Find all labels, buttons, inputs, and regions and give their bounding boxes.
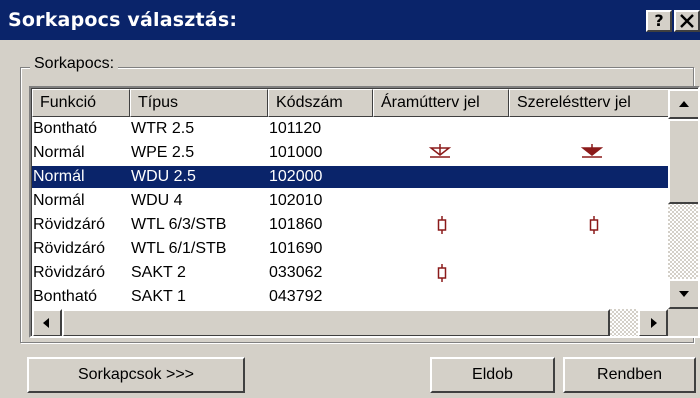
table-row[interactable]: Rövidzáró SAKT 2 033062 — [32, 262, 672, 284]
terminal-symbol-icon — [435, 214, 459, 236]
arrow-up-icon — [679, 101, 689, 107]
vertical-scrollbar[interactable] — [668, 89, 698, 309]
column-header-tipus[interactable]: Típus — [130, 89, 268, 117]
cell-funkcio: Rövidzáró — [33, 216, 106, 233]
terminal-symbol-icon — [587, 214, 611, 236]
terminal-symbol-icon — [435, 262, 459, 284]
ground-filled-symbol-icon — [577, 142, 604, 164]
cell-kodszam: 101120 — [269, 120, 322, 137]
cell-funkcio: Normál — [33, 192, 85, 209]
column-header-szerelesterv-jel[interactable]: Szereléstterv jel — [509, 89, 672, 117]
column-header-aramutterv-jel[interactable]: Áramútterv jel — [373, 89, 509, 117]
scroll-left-button[interactable] — [32, 309, 62, 336]
cell-tipus: SAKT 2 — [131, 264, 186, 281]
cell-tipus: WDU 2.5 — [131, 168, 196, 185]
eldob-button[interactable]: Eldob — [430, 357, 555, 393]
close-icon — [680, 14, 694, 28]
scroll-right-button[interactable] — [638, 309, 668, 336]
dialog-window: Sorkapocs választás: ? Sorkapocs: Funkci… — [0, 0, 700, 398]
vertical-scroll-thumb[interactable] — [668, 119, 698, 204]
ground-outline-symbol-icon — [425, 142, 452, 164]
table-row[interactable]: Rövidzáró WTL 6/1/STB 101690 — [32, 238, 672, 260]
group-label: Sorkapocs: — [30, 55, 119, 73]
cell-funkcio: Bontható — [33, 288, 98, 305]
cell-tipus: WTL 6/3/STB — [131, 216, 227, 233]
sorkapcsok-button[interactable]: Sorkapcsok >>> — [27, 357, 245, 393]
cell-funkcio: Rövidzáró — [33, 240, 106, 257]
close-button[interactable] — [674, 10, 700, 32]
cell-kodszam: 102000 — [269, 168, 323, 185]
cell-kodszam: 101860 — [269, 216, 323, 233]
table-row[interactable]: Normál WPE 2.5 101000 — [32, 142, 672, 164]
list-header: Funkció Típus Kódszám Áramútterv jel Sze… — [32, 89, 672, 117]
help-button[interactable]: ? — [646, 10, 672, 32]
horizontal-scroll-thumb[interactable] — [62, 309, 610, 336]
table-row[interactable]: Bontható SAKT 1 043792 — [32, 286, 672, 308]
dialog-title: Sorkapocs választás: — [8, 9, 238, 31]
cell-kodszam: 033062 — [269, 264, 323, 281]
table-row-selected[interactable]: Normál WDU 2.5 102000 — [32, 166, 672, 188]
arrow-right-icon — [651, 318, 657, 328]
terminal-list[interactable]: Funkció Típus Kódszám Áramútterv jel Sze… — [29, 86, 700, 338]
column-header-funkcio[interactable]: Funkció — [32, 89, 130, 117]
arrow-left-icon — [43, 318, 49, 328]
cell-tipus: WDU 4 — [131, 192, 183, 209]
title-bar[interactable]: Sorkapocs választás: ? — [0, 0, 700, 40]
arrow-down-icon — [679, 291, 689, 297]
cell-kodszam: 043792 — [269, 288, 323, 305]
cell-tipus: WPE 2.5 — [131, 144, 195, 161]
cell-kodszam: 102010 — [269, 192, 323, 209]
cell-tipus: WTR 2.5 — [131, 120, 195, 137]
cell-kodszam: 101000 — [269, 144, 323, 161]
rendben-button[interactable]: Rendben — [563, 357, 696, 393]
column-header-kodszam[interactable]: Kódszám — [268, 89, 373, 117]
scroll-up-button[interactable] — [668, 89, 698, 119]
table-row[interactable]: Normál WDU 4 102010 — [32, 190, 672, 212]
cell-funkcio: Normál — [33, 168, 85, 185]
cell-tipus: WTL 6/1/STB — [131, 240, 227, 257]
cell-kodszam: 101690 — [269, 240, 323, 257]
cell-funkcio: Bontható — [33, 120, 98, 137]
cell-tipus: SAKT 1 — [131, 288, 186, 305]
scrollbar-corner — [668, 309, 698, 336]
cell-funkcio: Rövidzáró — [33, 264, 106, 281]
horizontal-scrollbar[interactable] — [32, 309, 668, 336]
table-row[interactable]: Bontható WTR 2.5 101120 — [32, 118, 672, 140]
scroll-down-button[interactable] — [668, 279, 698, 309]
cell-funkcio: Normál — [33, 144, 85, 161]
table-row[interactable]: Rövidzáró WTL 6/3/STB 101860 — [32, 214, 672, 236]
